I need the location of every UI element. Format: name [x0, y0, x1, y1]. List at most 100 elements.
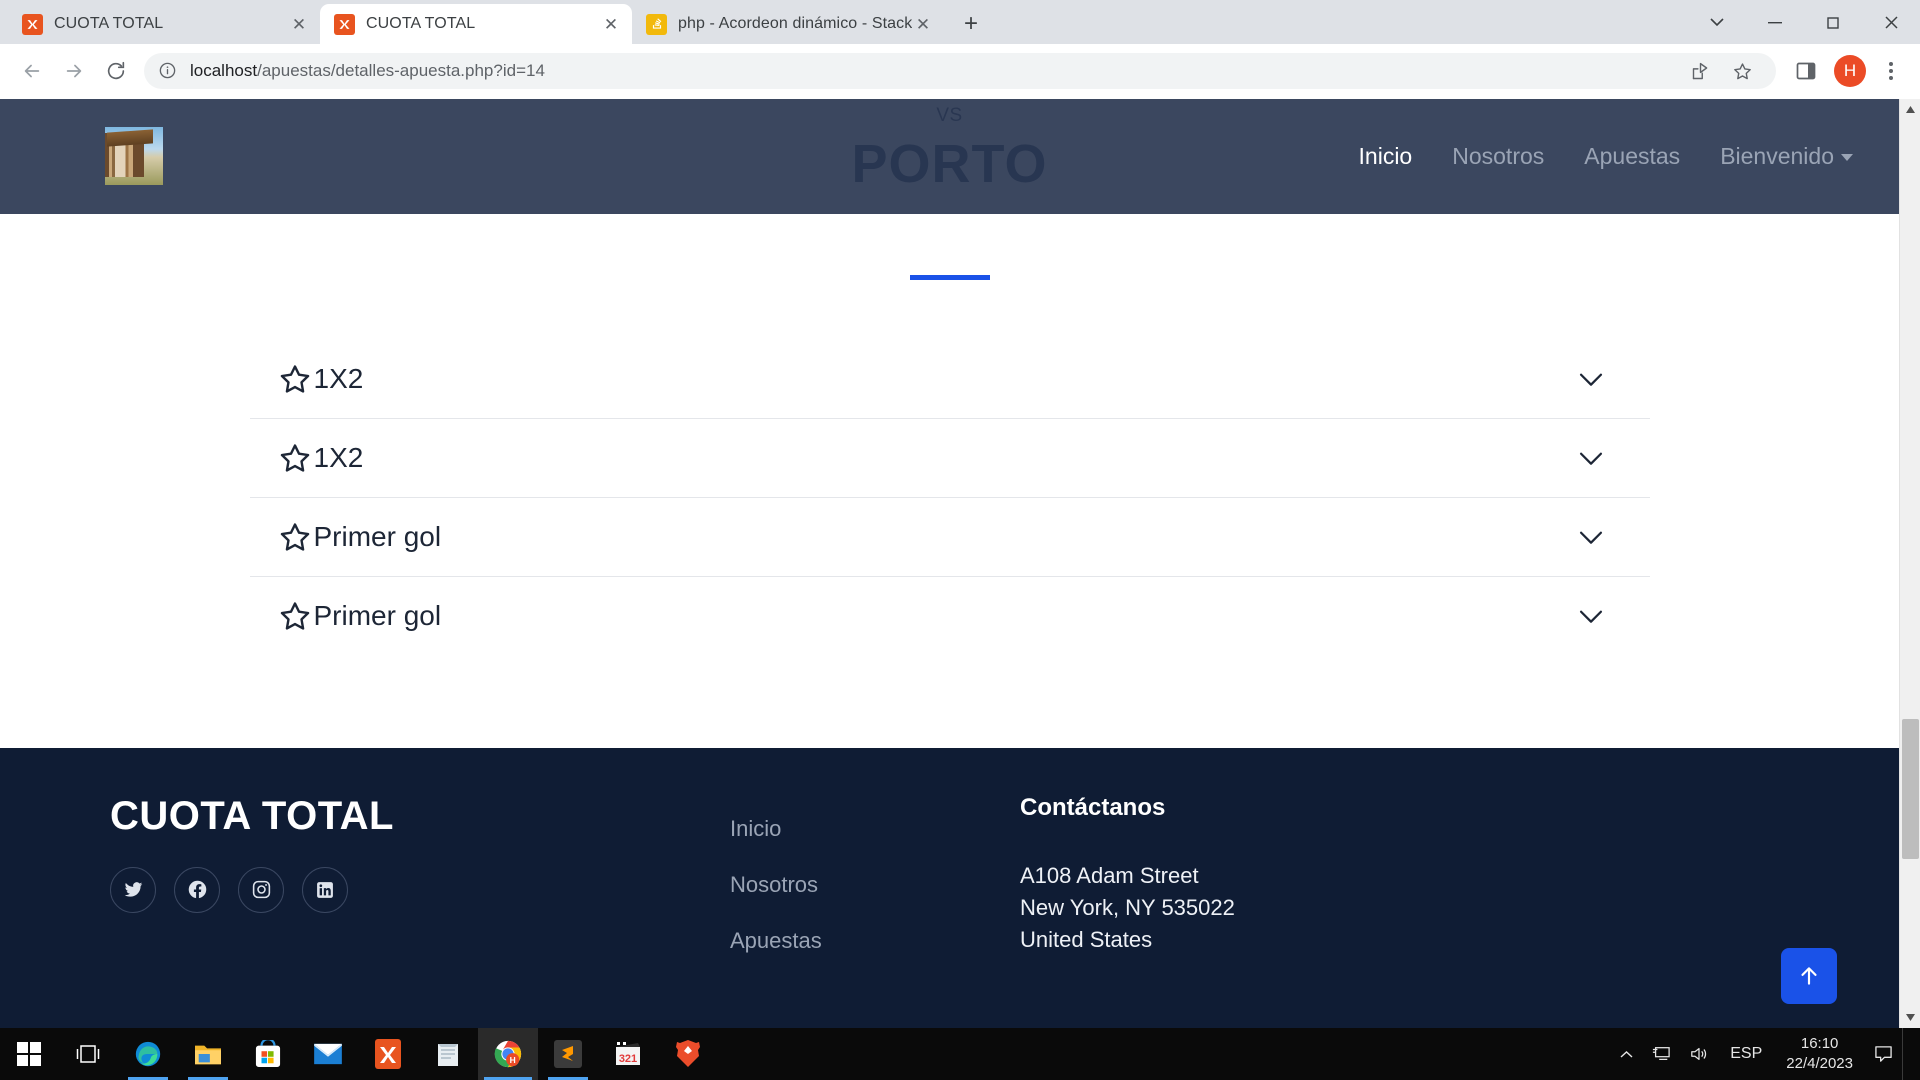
maximize-icon[interactable]	[1804, 0, 1862, 45]
browser-tab-3[interactable]: php - Acordeon dinámico - Stack ✕	[632, 4, 944, 44]
xampp-icon	[334, 13, 355, 35]
tab-title: CUOTA TOTAL	[54, 15, 164, 33]
scroll-down-arrow-icon[interactable]	[1900, 1007, 1920, 1028]
chevron-up-icon[interactable]	[1611, 1028, 1642, 1080]
reload-icon[interactable]	[96, 51, 136, 91]
windows-start-icon[interactable]	[0, 1028, 58, 1080]
scroll-up-arrow-icon[interactable]	[1900, 99, 1920, 120]
browser-tab-1[interactable]: CUOTA TOTAL ✕	[8, 4, 320, 44]
site-footer: CUOTA TOTAL Inicio Nosotros Apuestas Con…	[0, 747, 1899, 1028]
footer-contact-column: Contáctanos A108 Adam Street New York, N…	[1020, 794, 1235, 984]
chevron-down-icon[interactable]	[1688, 0, 1746, 45]
microsoft-store-icon[interactable]	[238, 1028, 298, 1080]
edge-icon[interactable]	[118, 1028, 178, 1080]
footer-brand-title: CUOTA TOTAL	[110, 793, 394, 838]
nav-item-apuestas[interactable]: Apuestas	[1584, 143, 1680, 170]
beach-house-logo[interactable]	[105, 127, 163, 186]
svg-text:321: 321	[619, 1053, 637, 1065]
notepad-icon[interactable]	[418, 1028, 478, 1080]
back-arrow-icon[interactable]	[12, 51, 52, 91]
match-hero: VS PORTO Inicio Nosotros Apuestas Bienve…	[0, 98, 1899, 243]
accordion-item-label: 1X2	[313, 441, 364, 473]
url-text: localhost/apuestas/detalles-apuesta.php?…	[190, 61, 545, 81]
star-outline-icon[interactable]	[278, 520, 312, 554]
accordion-item[interactable]: 1X2	[249, 419, 1650, 498]
facebook-icon[interactable]	[174, 866, 220, 913]
nav-item-inicio[interactable]: Inicio	[1359, 143, 1413, 170]
chevron-down-icon[interactable]	[1574, 441, 1608, 475]
browser-toolbar: localhost/apuestas/detalles-apuesta.php?…	[0, 44, 1920, 99]
clock[interactable]: 16:10 22/4/2023	[1774, 1028, 1865, 1080]
side-panel-icon[interactable]	[1786, 51, 1826, 91]
omnibox-actions	[1680, 51, 1762, 91]
star-outline-icon[interactable]	[278, 362, 312, 396]
new-tab-button[interactable]: +	[954, 7, 988, 41]
chevron-down-icon	[1841, 154, 1853, 162]
windows-taskbar: H 321 ESP 16:10 22/4/2023	[0, 1028, 1920, 1080]
accordion-item[interactable]: Primer gol	[249, 498, 1650, 577]
task-view-icon[interactable]	[58, 1028, 118, 1080]
section-accent-bar	[909, 274, 990, 280]
file-explorer-icon[interactable]	[178, 1028, 238, 1080]
star-outline-icon[interactable]	[278, 599, 312, 633]
chevron-down-icon[interactable]	[1574, 520, 1608, 554]
avatar[interactable]: H	[1834, 55, 1866, 88]
address-line-3: United States	[1020, 926, 1153, 952]
accordion-item[interactable]: 1X2	[249, 340, 1650, 419]
xampp-icon[interactable]	[358, 1028, 418, 1080]
twitter-icon[interactable]	[110, 866, 156, 913]
close-icon[interactable]	[1862, 0, 1920, 45]
nav-item-nosotros[interactable]: Nosotros	[1452, 143, 1544, 170]
nav-item-bienvenido[interactable]: Bienvenido	[1720, 143, 1853, 170]
xampp-icon	[22, 13, 43, 35]
site-info-icon[interactable]	[158, 61, 178, 81]
video-editor-icon[interactable]: 321	[598, 1028, 658, 1080]
chrome-icon[interactable]: H	[478, 1028, 538, 1080]
address-line-2: New York, NY 535022	[1020, 894, 1235, 920]
instagram-icon[interactable]	[238, 866, 284, 913]
browser-window: CUOTA TOTAL ✕ CUOTA TOTAL ✕ php - Acorde…	[0, 0, 1920, 1028]
show-desktop-button[interactable]	[1902, 1028, 1912, 1080]
address-line-1: A108 Adam Street	[1020, 862, 1199, 888]
scrollbar-thumb[interactable]	[1902, 718, 1919, 859]
main-navigation: Inicio Nosotros Apuestas Bienvenido	[1359, 143, 1853, 170]
forward-arrow-icon[interactable]	[54, 51, 94, 91]
linkedin-icon[interactable]	[302, 866, 348, 913]
mail-icon[interactable]	[298, 1028, 358, 1080]
network-icon[interactable]	[1642, 1028, 1680, 1080]
sublime-text-icon[interactable]	[538, 1028, 598, 1080]
scroll-to-top-button[interactable]	[1781, 947, 1837, 1004]
tab-title: CUOTA TOTAL	[366, 15, 476, 33]
page-scrollbar[interactable]	[1899, 98, 1920, 1028]
tab-close-button[interactable]: ✕	[912, 13, 934, 35]
brave-icon[interactable]	[658, 1028, 718, 1080]
footer-link-nosotros[interactable]: Nosotros	[730, 872, 1020, 898]
volume-icon[interactable]	[1680, 1028, 1718, 1080]
footer-grid: CUOTA TOTAL Inicio Nosotros Apuestas Con…	[0, 794, 1899, 984]
star-outline-icon[interactable]	[278, 441, 312, 475]
svg-text:H: H	[510, 1055, 516, 1065]
tab-close-button[interactable]: ✕	[288, 13, 310, 35]
tab-strip: CUOTA TOTAL ✕ CUOTA TOTAL ✕ php - Acorde…	[0, 0, 1920, 45]
footer-links-column: Inicio Nosotros Apuestas	[730, 794, 1020, 984]
system-tray: ESP 16:10 22/4/2023	[1611, 1028, 1920, 1080]
stackoverflow-icon	[646, 13, 667, 35]
star-icon[interactable]	[1722, 51, 1762, 91]
share-icon[interactable]	[1680, 51, 1720, 91]
site-header: Inicio Nosotros Apuestas Bienvenido	[0, 98, 1899, 214]
notification-icon[interactable]	[1865, 1028, 1902, 1080]
keyboard-language[interactable]: ESP	[1718, 1028, 1774, 1080]
chevron-down-icon[interactable]	[1574, 362, 1608, 396]
address-bar[interactable]: localhost/apuestas/detalles-apuesta.php?…	[144, 51, 1776, 91]
footer-link-apuestas[interactable]: Apuestas	[730, 928, 1020, 954]
accordion-item[interactable]: Primer gol	[250, 577, 1650, 656]
browser-tab-2[interactable]: CUOTA TOTAL ✕	[320, 4, 632, 45]
footer-contact-heading: Contáctanos	[1020, 793, 1166, 821]
three-dots-menu-icon[interactable]	[1874, 62, 1908, 81]
tab-close-button[interactable]: ✕	[600, 13, 622, 35]
minimize-icon[interactable]	[1746, 0, 1804, 45]
footer-link-inicio[interactable]: Inicio	[730, 816, 1020, 842]
url-path: /apuestas/detalles-apuesta.php?id=14	[257, 61, 545, 81]
chevron-down-icon[interactable]	[1574, 599, 1608, 633]
accordion-item-label: Primer gol	[313, 600, 442, 632]
